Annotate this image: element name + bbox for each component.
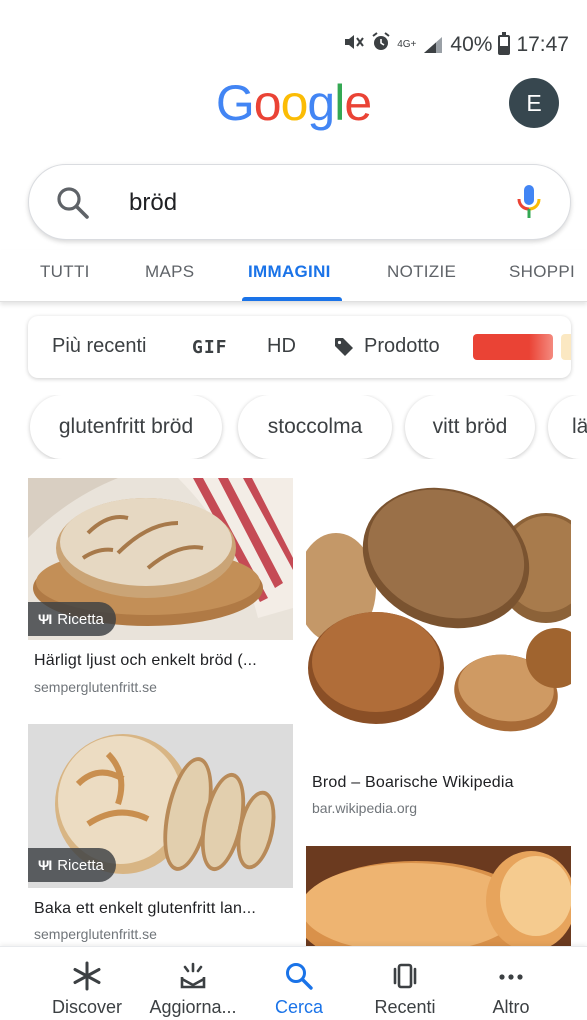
color-filter-next[interactable] [561, 334, 571, 360]
search-input[interactable]: bröd [129, 189, 177, 217]
google-logo[interactable]: Google [0, 74, 587, 132]
fork-knife-icon: ΨI [38, 857, 52, 873]
nav-more[interactable]: Altro [456, 961, 566, 1018]
result-title[interactable]: Baka ett enkelt glutenfritt lan... [34, 900, 256, 918]
result-thumbnail[interactable] [306, 846, 571, 946]
recipe-badge-label: Ricetta [57, 856, 104, 874]
mic-icon[interactable] [516, 183, 542, 221]
search-box[interactable]: bröd [28, 164, 571, 240]
signal-icon [422, 36, 444, 54]
network-type: 4G+ [397, 38, 417, 50]
status-bar: 4G+ 40% 17:47 [0, 0, 587, 58]
bottom-navigation: Discover Aggiorna... Cerca Recenti Altro [0, 946, 587, 1020]
result-thumbnail[interactable] [306, 478, 571, 764]
tab-tutti[interactable]: TUTTI [40, 262, 90, 282]
asterisk-icon [72, 961, 102, 991]
nav-label: Discover [51, 997, 122, 1017]
image-result[interactable]: ΨI Ricetta Baka ett enkelt glutenfritt l… [28, 724, 293, 946]
nav-search[interactable]: Cerca [244, 961, 354, 1018]
logo-letter: l [334, 75, 345, 131]
updates-icon [178, 961, 208, 991]
search-icon[interactable] [55, 185, 91, 221]
nav-updates[interactable]: Aggiorna... [138, 961, 248, 1018]
logo-letter: e [344, 75, 372, 131]
alarm-icon [371, 32, 391, 57]
filter-hd[interactable]: HD [267, 335, 296, 358]
chip-partial[interactable]: lä [548, 395, 587, 459]
search-icon [284, 961, 314, 991]
result-domain: bar.wikipedia.org [312, 800, 418, 816]
logo-letter: G [215, 75, 255, 131]
result-domain: semperglutenfritt.se [34, 679, 157, 695]
recipe-badge: ΨI Ricetta [28, 848, 116, 882]
filter-product[interactable]: Prodotto [364, 335, 440, 358]
image-result[interactable]: ΨI Ricetta Härligt ljust och enkelt bröd… [28, 478, 293, 704]
nav-label: Cerca [274, 997, 323, 1017]
image-filter-bar: Più recenti GIF HD Prodotto [28, 316, 571, 378]
mute-icon [343, 33, 365, 56]
nav-label: Recenti [374, 997, 436, 1017]
result-title[interactable]: Härligt ljust och enkelt bröd (... [34, 652, 257, 670]
active-tab-indicator [242, 297, 342, 301]
image-result[interactable] [306, 846, 571, 946]
result-title[interactable]: Brod – Boarische Wikipedia [312, 774, 514, 792]
battery-icon [498, 31, 511, 55]
result-domain: semperglutenfritt.se [34, 926, 157, 942]
tab-maps[interactable]: MAPS [145, 262, 194, 282]
search-tabs: TUTTI MAPS IMMAGINI NOTIZIE SHOPPI [0, 250, 587, 302]
tab-notizie[interactable]: NOTIZIE [387, 262, 456, 282]
avatar[interactable]: E [509, 78, 559, 128]
logo-letter: o [280, 75, 309, 131]
logo-letter: g [307, 75, 335, 131]
chip-glutenfritt-brod[interactable]: glutenfritt bröd [30, 395, 222, 459]
nav-label: Altro [492, 997, 530, 1017]
chip-stoccolma[interactable]: stoccolma [238, 395, 392, 459]
nav-discover[interactable]: Discover [32, 961, 142, 1018]
battery-percent: 40% [450, 32, 493, 56]
status-icons: 4G+ 40% 17:47 [343, 31, 569, 57]
nav-recent[interactable]: Recenti [350, 961, 460, 1018]
more-dots-icon [496, 961, 526, 991]
chip-vitt-brod[interactable]: vitt bröd [405, 395, 535, 459]
tab-immagini[interactable]: IMMAGINI [248, 262, 331, 282]
image-result[interactable]: Brod – Boarische Wikipedia bar.wikipedia… [306, 478, 571, 824]
nav-label: Aggiorna... [149, 997, 237, 1017]
filter-gif[interactable]: GIF [192, 337, 228, 358]
related-searches: glutenfritt bröd stoccolma vitt bröd lä [0, 395, 587, 459]
logo-letter: o [253, 75, 282, 131]
clock: 17:47 [516, 32, 569, 56]
filter-recent[interactable]: Più recenti [52, 335, 147, 358]
recipe-badge: ΨI Ricetta [28, 602, 116, 636]
color-filter-red[interactable] [473, 334, 553, 360]
recent-tabs-icon [390, 961, 420, 991]
header: Google E [0, 70, 587, 140]
tag-icon [334, 337, 354, 357]
recipe-badge-label: Ricetta [57, 610, 104, 628]
fork-knife-icon: ΨI [38, 611, 52, 627]
tab-shopping[interactable]: SHOPPI [509, 262, 575, 282]
